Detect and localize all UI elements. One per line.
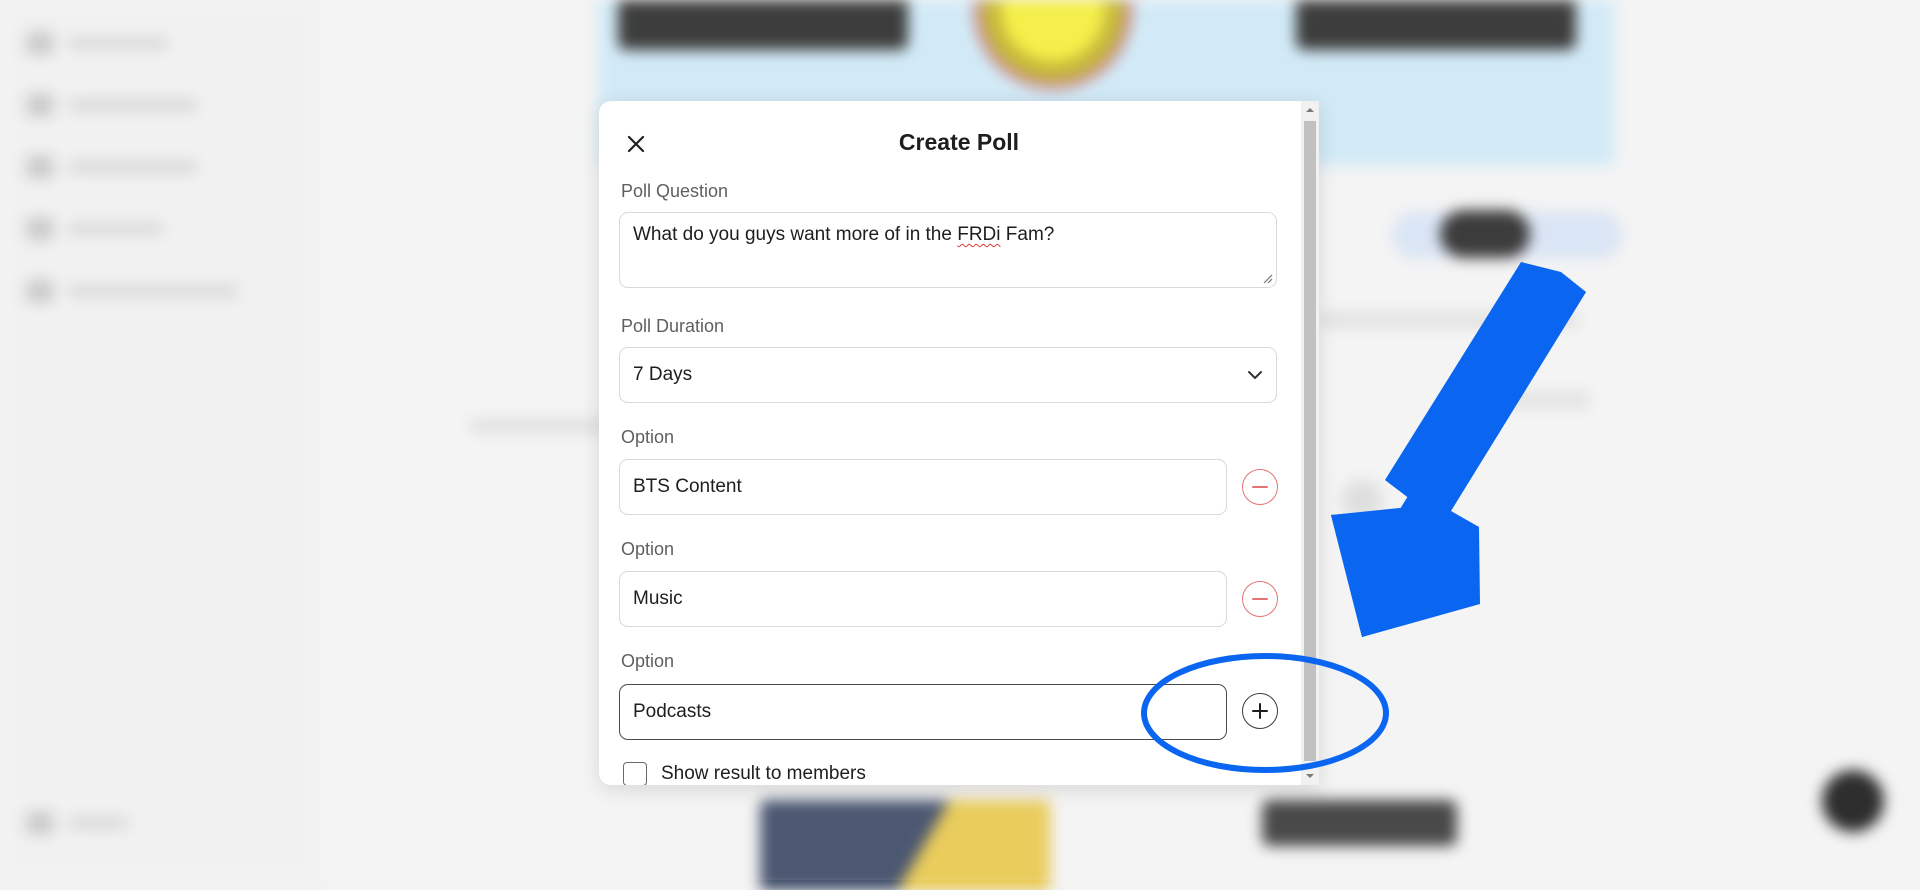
- add-icon: [1252, 703, 1268, 719]
- modal-title: Create Poll: [898, 129, 1020, 155]
- spellcheck-flagged-word: FRDi: [957, 224, 1001, 245]
- option-input[interactable]: Music: [619, 571, 1227, 627]
- chevron-down-icon: [1248, 371, 1262, 379]
- option-label: Option: [621, 651, 675, 671]
- poll-duration-label: Poll Duration: [621, 316, 725, 336]
- option-value: Music: [633, 588, 683, 609]
- show-results-checkbox[interactable]: [623, 762, 647, 785]
- create-poll-modal: Create Poll Poll Question What do you gu…: [599, 101, 1319, 785]
- scroll-up-arrow-icon[interactable]: [1301, 101, 1319, 119]
- poll-duration-select[interactable]: 7 Days: [619, 347, 1277, 403]
- remove-option-button[interactable]: [1242, 469, 1278, 505]
- remove-icon: [1252, 598, 1268, 600]
- poll-duration-value: 7 Days: [633, 364, 693, 385]
- option-label: Option: [621, 539, 675, 559]
- resize-grip-icon[interactable]: [1261, 272, 1273, 284]
- modal-scrollbar[interactable]: [1301, 101, 1319, 785]
- option-value: Podcasts: [633, 701, 712, 722]
- option-label: Option: [621, 427, 675, 447]
- show-results-row: Show result to members: [623, 762, 866, 785]
- remove-option-button[interactable]: [1242, 581, 1278, 617]
- poll-question-text: What do you guys want more of in the: [633, 224, 958, 245]
- remove-icon: [1252, 486, 1268, 488]
- show-results-label: Show result to members: [661, 763, 866, 784]
- option-input[interactable]: BTS Content: [619, 459, 1227, 515]
- poll-question-input[interactable]: What do you guys want more of in the FRD…: [619, 212, 1277, 288]
- scroll-down-arrow-icon[interactable]: [1301, 767, 1319, 785]
- add-option-button[interactable]: [1242, 693, 1278, 729]
- modal-content: Create Poll Poll Question What do you gu…: [599, 101, 1319, 785]
- option-input[interactable]: Podcasts: [619, 684, 1227, 740]
- poll-question-label: Poll Question: [621, 181, 729, 201]
- option-value: BTS Content: [633, 476, 742, 497]
- poll-question-text-end: Fam?: [1000, 224, 1055, 245]
- scroll-thumb[interactable]: [1304, 121, 1316, 761]
